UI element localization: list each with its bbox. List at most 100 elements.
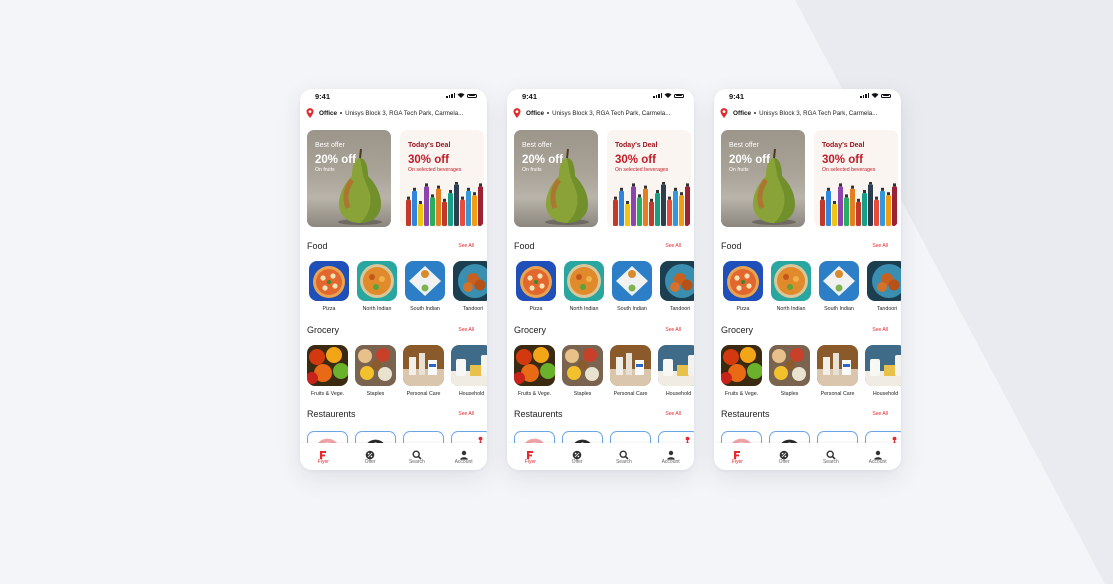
grocery-item-household[interactable]: Household — [658, 345, 694, 397]
tab-search[interactable]: Search — [394, 443, 441, 470]
grocery-item-personal-care[interactable]: Personal Care — [610, 345, 651, 397]
food-item-tandoori[interactable]: Tandoori — [867, 261, 901, 312]
food-item-south-indian[interactable]: South Indian — [819, 261, 859, 312]
tab-label: Offer — [571, 459, 583, 465]
tab-label: Search — [822, 459, 839, 465]
tab-account[interactable]: Account — [440, 443, 487, 470]
food-item-label: South Indian — [824, 306, 854, 312]
tab-offer[interactable]: Offer — [554, 443, 601, 470]
offer-carousel: Best offer 20% off On fruits Today's Dea… — [721, 130, 901, 227]
food-item-pizza[interactable]: Pizza — [516, 261, 556, 312]
grocery-item-staples[interactable]: Staples — [355, 345, 396, 397]
food-item-pizza[interactable]: Pizza — [723, 261, 763, 312]
grocery-item-staples[interactable]: Staples — [562, 345, 603, 397]
restaurants-see-all-link[interactable]: See All — [665, 411, 681, 417]
search-icon — [619, 447, 629, 460]
tab-offer[interactable]: Offer — [761, 443, 808, 470]
food-item-tandoori[interactable]: Tandoori — [660, 261, 694, 312]
grocery-item-personal-care[interactable]: Personal Care — [403, 345, 444, 397]
tab-label: Account — [661, 459, 680, 465]
food-item-pizza[interactable]: Pizza — [309, 261, 349, 312]
best-offer-card[interactable]: Best offer 20% off On fruits — [307, 130, 391, 227]
grocery-see-all-link[interactable]: See All — [872, 327, 888, 333]
offer-subtitle: On selected beverages — [615, 167, 669, 173]
phone-screen: 9:41 Office Unisys Block 3, RGA Tech Par… — [300, 89, 487, 470]
search-icon — [826, 447, 836, 460]
status-bar: 9:41 — [714, 89, 901, 103]
tab-flyer[interactable]: Flyer — [507, 443, 554, 470]
status-indicators — [446, 93, 477, 98]
location-name: Office — [319, 109, 338, 117]
bottom-tab-bar: Flyer Offer Search Account — [507, 443, 694, 470]
food-thumbnail — [357, 261, 397, 301]
food-item-label: North Indian — [776, 306, 806, 312]
food-item-south-indian[interactable]: South Indian — [612, 261, 652, 312]
grocery-thumbnail — [769, 345, 810, 386]
food-thumbnail — [516, 261, 556, 301]
search-icon — [412, 447, 422, 460]
wifi-icon — [871, 93, 879, 98]
section-title-food: Food — [721, 241, 742, 251]
phone-screen: 9:41 Office Unisys Block 3, RGA Tech Par… — [507, 89, 694, 470]
grocery-item-household[interactable]: Household — [451, 345, 487, 397]
offer-carousel: Best offer 20% off On fruits Today's Dea… — [514, 130, 694, 227]
todays-deal-card[interactable]: Today's Deal 30% off On selected beverag… — [400, 130, 484, 227]
todays-deal-card[interactable]: Today's Deal 30% off On selected beverag… — [607, 130, 691, 227]
food-item-south-indian[interactable]: South Indian — [405, 261, 445, 312]
grocery-item-label: Household — [665, 391, 692, 397]
restaurants-see-all-link[interactable]: See All — [458, 411, 474, 417]
food-item-label: North Indian — [569, 306, 599, 312]
tab-search[interactable]: Search — [601, 443, 648, 470]
todays-deal-card[interactable]: Today's Deal 30% off On selected beverag… — [814, 130, 898, 227]
food-see-all-link[interactable]: See All — [665, 243, 681, 249]
restaurants-see-all-link[interactable]: See All — [872, 411, 888, 417]
tab-account[interactable]: Account — [854, 443, 901, 470]
location-selector[interactable]: Office Unisys Block 3, RGA Tech Park, Ca… — [513, 107, 690, 119]
grocery-list: Fruits & Vege. Staples Personal Care Hou… — [307, 345, 487, 397]
grocery-item-label: Personal Care — [820, 391, 855, 397]
wifi-icon — [457, 93, 465, 98]
tab-account[interactable]: Account — [647, 443, 694, 470]
status-indicators — [860, 93, 891, 98]
food-item-north-indian[interactable]: North Indian — [357, 261, 397, 312]
status-bar: 9:41 — [507, 89, 694, 103]
bottom-tab-bar: Flyer Offer Search Account — [714, 443, 901, 470]
location-selector[interactable]: Office Unisys Block 3, RGA Tech Park, Ca… — [720, 107, 897, 119]
food-thumbnail — [564, 261, 604, 301]
phone-mockups: 9:41 Office Unisys Block 3, RGA Tech Par… — [0, 0, 1113, 584]
grocery-item-staples[interactable]: Staples — [769, 345, 810, 397]
offer-tag: Today's Deal — [615, 142, 658, 149]
food-see-all-link[interactable]: See All — [458, 243, 474, 249]
flyer-logo-icon — [525, 447, 535, 459]
tab-label: Flyer — [524, 459, 536, 465]
grocery-see-all-link[interactable]: See All — [665, 327, 681, 333]
best-offer-card[interactable]: Best offer 20% off On fruits — [721, 130, 805, 227]
food-item-north-indian[interactable]: North Indian — [564, 261, 604, 312]
food-item-label: Tandoori — [669, 306, 691, 312]
food-item-north-indian[interactable]: North Indian — [771, 261, 811, 312]
offer-subtitle: On fruits — [522, 167, 542, 173]
bottom-tab-bar: Flyer Offer Search Account — [300, 443, 487, 470]
grocery-item-personal-care[interactable]: Personal Care — [817, 345, 858, 397]
food-see-all-link[interactable]: See All — [872, 243, 888, 249]
section-title-grocery: Grocery — [514, 325, 547, 335]
location-selector[interactable]: Office Unisys Block 3, RGA Tech Park, Ca… — [306, 107, 483, 119]
tab-flyer[interactable]: Flyer — [300, 443, 347, 470]
tab-flyer[interactable]: Flyer — [714, 443, 761, 470]
grocery-item-household[interactable]: Household — [865, 345, 901, 397]
tab-offer[interactable]: Offer — [347, 443, 394, 470]
grocery-item-fruits-vege[interactable]: Fruits & Vege. — [514, 345, 555, 397]
location-name: Office — [526, 109, 545, 117]
grocery-item-fruits-vege[interactable]: Fruits & Vege. — [307, 345, 348, 397]
food-item-tandoori[interactable]: Tandoori — [453, 261, 487, 312]
best-offer-card[interactable]: Best offer 20% off On fruits — [514, 130, 598, 227]
status-time: 9:41 — [522, 92, 538, 101]
grocery-see-all-link[interactable]: See All — [458, 327, 474, 333]
grocery-thumbnail — [307, 345, 348, 386]
cellular-signal-icon — [860, 93, 869, 98]
grocery-item-label: Staples — [366, 391, 385, 397]
tab-search[interactable]: Search — [808, 443, 855, 470]
grocery-item-fruits-vege[interactable]: Fruits & Vege. — [721, 345, 762, 397]
status-time: 9:41 — [315, 92, 331, 101]
grocery-item-label: Fruits & Vege. — [517, 391, 552, 397]
